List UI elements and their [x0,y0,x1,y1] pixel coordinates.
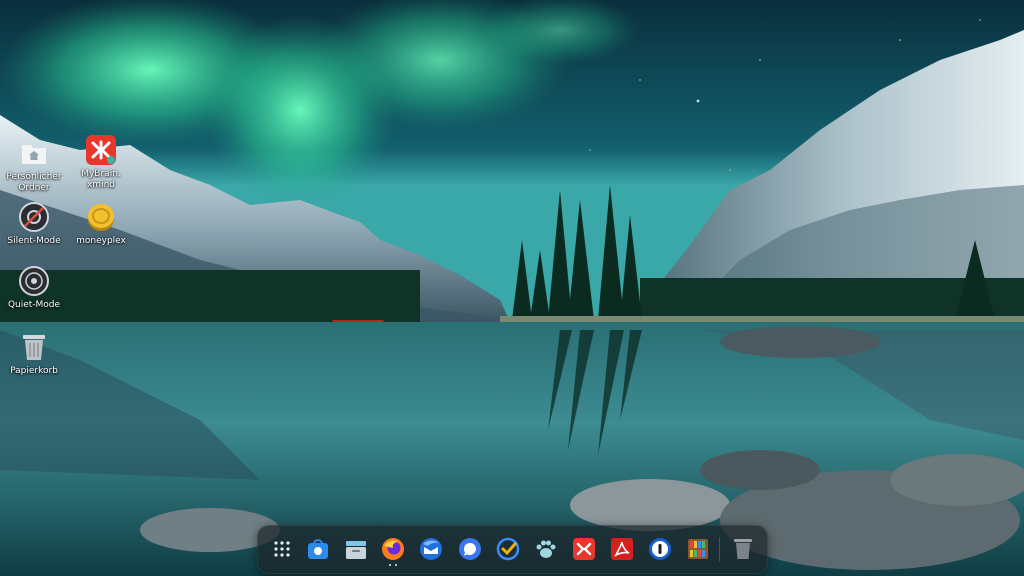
dock-item-trash[interactable] [730,536,756,562]
dock-item-signal[interactable] [457,536,483,562]
desktop-icon-xmind-file[interactable]: MyBrain. xmind [66,134,136,191]
folder-icon [346,541,366,559]
desktop-icon-silent-mode[interactable]: Silent-Mode [0,201,69,247]
running-indicator [389,564,397,567]
dock-item-firefox[interactable] [380,536,406,562]
desktop-icon-label-line1: Persönlicher [6,172,62,182]
bookshelf-icon [688,539,708,559]
dock [257,525,768,574]
chat-bubble-icon [459,538,481,560]
thunderbird-icon [420,538,442,560]
desktop-icon-label-line1: moneyplex [76,236,126,246]
desktop-icon-label-line1: Quiet-Mode [7,300,61,310]
firefox-icon [382,538,404,560]
speaker-muted-icon [18,201,50,233]
home-folder-icon [18,137,50,169]
dock-item-file-manager[interactable] [343,536,369,562]
desktop-icon-label-line1: MyBrain. [81,169,121,179]
dock-item-app-launcher[interactable] [269,536,295,562]
desktop-wallpaper [0,0,1024,576]
trash-icon [18,331,50,363]
dock-item-app-store[interactable] [305,536,331,562]
desktop-icon-label-line2: xmind [86,180,115,190]
trash-icon [734,539,752,559]
dock-item-thunderbird[interactable] [418,536,444,562]
grid-icon [274,541,290,557]
xmind-icon [573,538,595,560]
desktop-icon-label-line1: Papierkorb [10,366,58,376]
desktop-icon-moneyplex[interactable]: moneyplex [66,201,136,247]
xmind-icon [85,134,117,166]
dock-item-library[interactable] [685,536,711,562]
dock-item-1password[interactable] [647,536,673,562]
dock-item-tasks[interactable] [495,536,521,562]
checkmark-circle-icon [496,537,520,561]
dock-item-pdf-reader[interactable] [609,536,635,562]
dock-separator [719,537,720,562]
paw-icon [536,540,556,558]
desktop-icon-trash[interactable]: Papierkorb [0,331,69,377]
desktop-icon-label-line2: Ordner [18,183,50,193]
dock-item-xmind[interactable] [571,536,597,562]
pdf-icon [611,538,633,560]
speaker-quiet-icon [18,265,50,297]
desktop-icon-home-folder[interactable]: Persönlicher Ordner [0,137,69,194]
desktop-icon-quiet-mode[interactable]: Quiet-Mode [0,265,69,311]
moneyplex-coin-icon [85,201,117,233]
password-keyhole-icon [649,538,671,560]
dock-item-paw-app[interactable] [533,536,559,562]
desktop-icon-label-line1: Silent-Mode [7,236,61,246]
store-bag-icon [308,539,328,559]
